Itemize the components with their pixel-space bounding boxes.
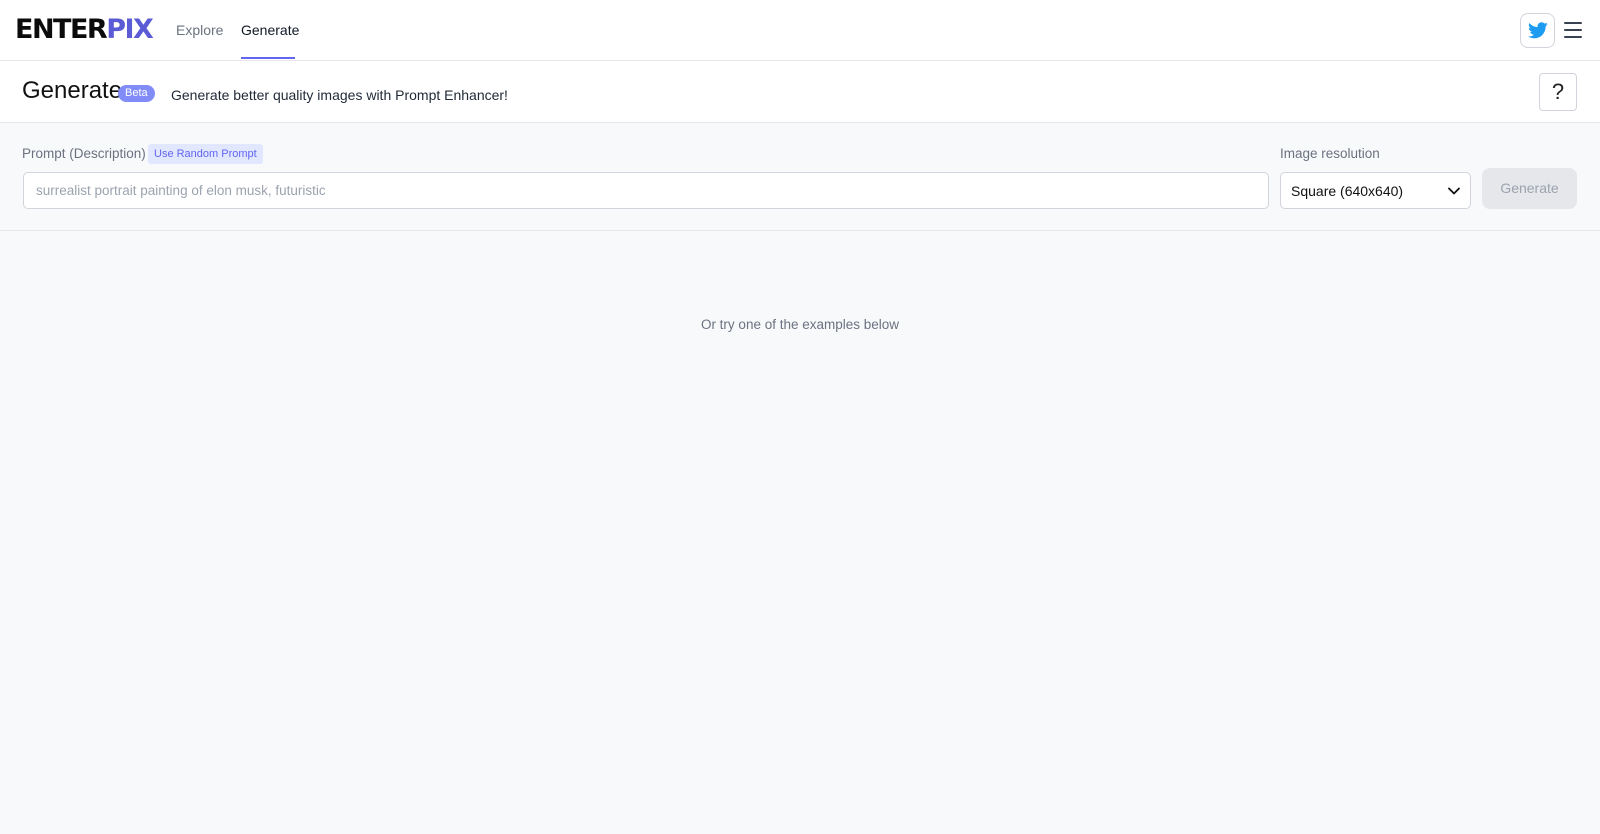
resolution-label: Image resolution [1280, 146, 1380, 161]
page-tagline: Generate better quality images with Prom… [171, 87, 508, 103]
use-random-prompt-button[interactable]: Use Random Prompt [148, 144, 263, 164]
prompt-form: Prompt (Description) Use Random Prompt I… [0, 123, 1600, 231]
logo-text-pix: PIX [106, 14, 154, 45]
beta-badge: Beta [118, 85, 155, 102]
hamburger-menu-icon[interactable] [1563, 20, 1583, 40]
nav-generate-link[interactable]: Generate [241, 22, 299, 38]
chevron-down-icon [1448, 187, 1460, 194]
menu-line [1564, 29, 1582, 31]
generate-button[interactable]: Generate [1482, 168, 1577, 209]
nav-explore-link[interactable]: Explore [176, 22, 223, 38]
twitter-button[interactable] [1520, 13, 1555, 48]
help-button[interactable]: ? [1539, 73, 1577, 111]
logo-text-enter: ENTER [15, 14, 108, 45]
page-title: Generate [22, 77, 123, 104]
enterpix-logo[interactable]: ENTERPIX [15, 14, 154, 46]
examples-hint: Or try one of the examples below [700, 317, 900, 332]
resolution-selected-value: Square (640x640) [1291, 182, 1404, 199]
menu-line [1564, 22, 1582, 24]
menu-line [1564, 36, 1582, 38]
page-header: Generate Beta Generate better quality im… [0, 61, 1600, 123]
resolution-select[interactable]: Square (640x640) [1280, 172, 1471, 209]
prompt-label: Prompt (Description) [22, 146, 146, 161]
active-tab-indicator [241, 57, 295, 59]
twitter-icon [1527, 22, 1548, 39]
top-navbar: ENTERPIX Explore Generate [0, 0, 1600, 61]
prompt-input[interactable] [23, 172, 1269, 209]
